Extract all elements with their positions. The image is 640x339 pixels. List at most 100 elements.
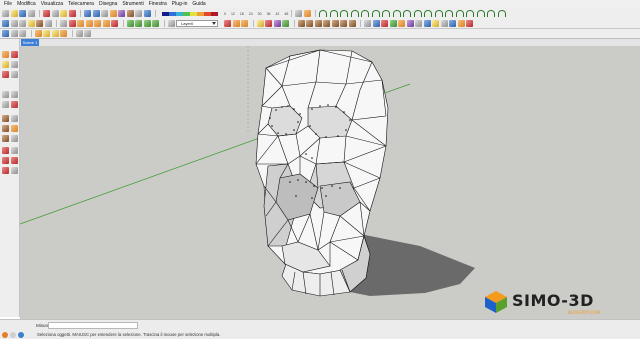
shaded-icon[interactable] bbox=[27, 20, 35, 27]
menu-tools[interactable]: Strumenti bbox=[122, 0, 143, 8]
zoom-window-icon[interactable] bbox=[11, 157, 18, 164]
hidden-line-icon[interactable] bbox=[19, 20, 26, 27]
circle-icon[interactable] bbox=[85, 20, 93, 27]
curve-tool-icon[interactable] bbox=[466, 10, 475, 17]
plugin-tool-icon[interactable] bbox=[364, 20, 371, 27]
delete-icon[interactable] bbox=[68, 10, 76, 17]
offset-tool-icon[interactable] bbox=[2, 125, 9, 132]
rectangle-tool-icon[interactable] bbox=[2, 115, 9, 122]
move-tool-icon[interactable] bbox=[2, 71, 9, 78]
menu-camera[interactable]: Telecamera bbox=[68, 0, 94, 8]
menu-help[interactable]: Guida bbox=[192, 0, 205, 8]
line-tool-icon[interactable] bbox=[2, 91, 9, 98]
front-view-icon[interactable] bbox=[143, 20, 151, 27]
curve-tool-icon[interactable] bbox=[329, 10, 338, 17]
model-info-icon[interactable] bbox=[101, 10, 108, 17]
drape-icon[interactable] bbox=[331, 20, 339, 27]
new-file-icon[interactable] bbox=[2, 10, 9, 17]
camera-icon[interactable] bbox=[2, 30, 9, 37]
select-icon[interactable] bbox=[109, 10, 117, 17]
stamp-icon[interactable] bbox=[323, 20, 330, 27]
help-icon[interactable] bbox=[18, 332, 24, 338]
extension-warehouse-icon[interactable] bbox=[282, 20, 289, 27]
plugin-tool-icon[interactable] bbox=[432, 20, 439, 27]
menu-file[interactable]: File bbox=[4, 0, 12, 8]
tab-scene-1[interactable]: Scene 1 bbox=[21, 39, 39, 46]
walk-icon[interactable] bbox=[10, 30, 18, 37]
plugin-tool-icon[interactable] bbox=[449, 20, 456, 27]
pushpull-icon[interactable] bbox=[11, 71, 18, 78]
geo-location-icon[interactable] bbox=[2, 332, 8, 338]
redo-icon[interactable] bbox=[92, 10, 100, 17]
add-detail-icon[interactable] bbox=[340, 20, 347, 27]
curve-tool-icon[interactable] bbox=[445, 10, 454, 17]
section-cut-icon[interactable] bbox=[232, 20, 240, 27]
curve-tool-icon[interactable] bbox=[319, 10, 328, 17]
top-view-icon[interactable] bbox=[135, 20, 142, 27]
dimension-icon[interactable] bbox=[34, 30, 42, 37]
curve-tool-icon[interactable] bbox=[371, 10, 380, 17]
smoove-icon[interactable] bbox=[314, 20, 322, 27]
zoom-tool-icon[interactable] bbox=[2, 157, 9, 164]
paint-bucket-icon[interactable] bbox=[126, 10, 134, 17]
fog-icon[interactable] bbox=[84, 30, 91, 37]
print-icon[interactable] bbox=[27, 10, 35, 17]
menu-view[interactable]: Visualizza bbox=[41, 0, 63, 8]
curve-tool-icon[interactable] bbox=[497, 10, 506, 17]
menu-edit[interactable]: Modifica bbox=[17, 0, 36, 8]
curve-tool-icon[interactable] bbox=[361, 10, 370, 17]
orbit-tool-icon[interactable] bbox=[2, 147, 9, 154]
shadow-settings-icon[interactable] bbox=[295, 10, 303, 17]
plugin-tool-icon[interactable] bbox=[398, 20, 405, 27]
sandbox-contours-icon[interactable] bbox=[297, 20, 305, 27]
freehand-icon[interactable] bbox=[111, 20, 118, 27]
arc-icon[interactable] bbox=[94, 20, 101, 27]
pan-tool-icon[interactable] bbox=[11, 147, 18, 154]
eraser-tool-icon[interactable] bbox=[11, 61, 18, 68]
layers-icon[interactable] bbox=[167, 20, 175, 27]
open-file-icon[interactable] bbox=[10, 10, 18, 17]
curve-tool-icon[interactable] bbox=[382, 10, 391, 17]
menu-draw[interactable]: Disegna bbox=[99, 0, 117, 8]
scale-tool-icon[interactable] bbox=[2, 135, 9, 142]
xray-icon[interactable] bbox=[2, 20, 9, 27]
sandbox-scratch-icon[interactable] bbox=[306, 20, 313, 27]
curve-tool-icon[interactable] bbox=[350, 10, 359, 17]
curve-tool-icon[interactable] bbox=[487, 10, 496, 17]
select-tool-icon[interactable] bbox=[2, 51, 9, 58]
line-icon[interactable] bbox=[68, 20, 76, 27]
plugin-tool-icon[interactable] bbox=[381, 20, 388, 27]
polygon-icon[interactable] bbox=[102, 20, 110, 27]
circle-tool-icon[interactable] bbox=[11, 101, 18, 108]
curve-tool-icon[interactable] bbox=[424, 10, 433, 17]
share-component-icon[interactable] bbox=[273, 20, 281, 27]
plugin-tool-icon[interactable] bbox=[457, 20, 465, 27]
freehand-tool-icon[interactable] bbox=[2, 101, 9, 108]
save-icon[interactable] bbox=[19, 10, 26, 17]
text-icon[interactable] bbox=[43, 30, 50, 37]
plugin-tool-icon[interactable] bbox=[423, 20, 431, 27]
previous-view-icon[interactable] bbox=[11, 167, 18, 174]
make-component-icon[interactable] bbox=[11, 51, 18, 58]
sun-icon[interactable] bbox=[303, 10, 311, 17]
section-plane-icon[interactable] bbox=[224, 20, 231, 27]
menu-window[interactable]: Finestra bbox=[149, 0, 167, 8]
orbit-icon[interactable] bbox=[143, 10, 151, 17]
copy-icon[interactable] bbox=[51, 10, 59, 17]
monochrome-icon[interactable] bbox=[44, 20, 52, 27]
right-view-icon[interactable] bbox=[152, 20, 159, 27]
axes-icon[interactable] bbox=[51, 30, 59, 37]
curve-tool-icon[interactable] bbox=[340, 10, 349, 17]
cut-icon[interactable] bbox=[43, 10, 50, 17]
plugin-tool-icon[interactable] bbox=[389, 20, 397, 27]
flip-edge-icon[interactable] bbox=[348, 20, 356, 27]
menu-plugins[interactable]: Plug-in bbox=[172, 0, 188, 8]
layer-select[interactable]: Layer0 bbox=[176, 20, 218, 27]
curve-tool-icon[interactable] bbox=[476, 10, 485, 17]
select-arrow-icon[interactable] bbox=[60, 20, 67, 27]
3d-viewport[interactable]: SIMO-3D BLOGSPOT.COM bbox=[20, 46, 640, 319]
textured-icon[interactable] bbox=[36, 20, 43, 27]
3d-text-icon[interactable] bbox=[60, 30, 67, 37]
undo-icon[interactable] bbox=[84, 10, 91, 17]
plugin-tool-icon[interactable] bbox=[415, 20, 422, 27]
